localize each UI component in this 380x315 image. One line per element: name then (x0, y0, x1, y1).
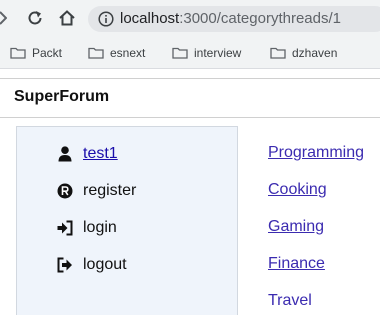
folder-icon (270, 47, 286, 59)
folder-icon (10, 47, 26, 59)
bookmark-label: esnext (110, 46, 146, 60)
url-text: localhost:3000/categorythreads/1 (120, 10, 341, 27)
url-path: :3000/categorythreads/1 (179, 10, 341, 27)
category-link-cooking[interactable]: Cooking (268, 181, 327, 199)
menu-item-login-label: login (83, 219, 117, 236)
folder-icon (88, 47, 104, 59)
forward-icon[interactable] (0, 9, 12, 27)
bookmark-interview[interactable]: interview (172, 44, 241, 62)
bookmark-label: dzhaven (292, 46, 338, 60)
info-icon[interactable] (98, 11, 114, 27)
reload-icon[interactable] (26, 9, 44, 27)
bookmark-dzhaven[interactable]: dzhaven (270, 44, 337, 62)
menu-item-register[interactable]: register (57, 180, 136, 202)
browser-toolbar: localhost:3000/categorythreads/1 (0, 0, 380, 38)
menu-item-user[interactable]: test1 (57, 143, 118, 165)
category-link-finance[interactable]: Finance (268, 255, 325, 273)
menu-item-logout[interactable]: logout (57, 254, 127, 276)
category-link-travel[interactable]: Travel (268, 292, 312, 310)
forum-header: SuperForum (0, 78, 380, 118)
category-link-gaming[interactable]: Gaming (268, 218, 324, 236)
left-menu: test1 register login logout (16, 126, 238, 315)
user-icon (57, 146, 73, 162)
menu-item-login[interactable]: login (57, 217, 117, 239)
home-icon[interactable] (58, 9, 76, 27)
bookmark-label: interview (194, 46, 242, 60)
menu-item-user-label[interactable]: test1 (83, 145, 118, 163)
menu-item-logout-label: logout (83, 256, 127, 273)
sign-in-icon (57, 220, 73, 236)
bookmark-packt[interactable]: Packt (10, 44, 62, 62)
bookmarks-bar: Packt esnext interview dzhaven (0, 38, 380, 69)
sign-out-icon (57, 257, 73, 273)
menu-item-register-label: register (83, 182, 137, 199)
registered-icon (57, 183, 73, 199)
folder-icon (172, 47, 188, 59)
bookmark-label: Packt (32, 46, 63, 60)
app-title: SuperForum (14, 88, 110, 105)
category-link-programming[interactable]: Programming (268, 144, 364, 162)
address-bar[interactable]: localhost:3000/categorythreads/1 (88, 6, 380, 32)
bookmark-esnext[interactable]: esnext (88, 44, 145, 62)
url-host: localhost (120, 10, 180, 27)
